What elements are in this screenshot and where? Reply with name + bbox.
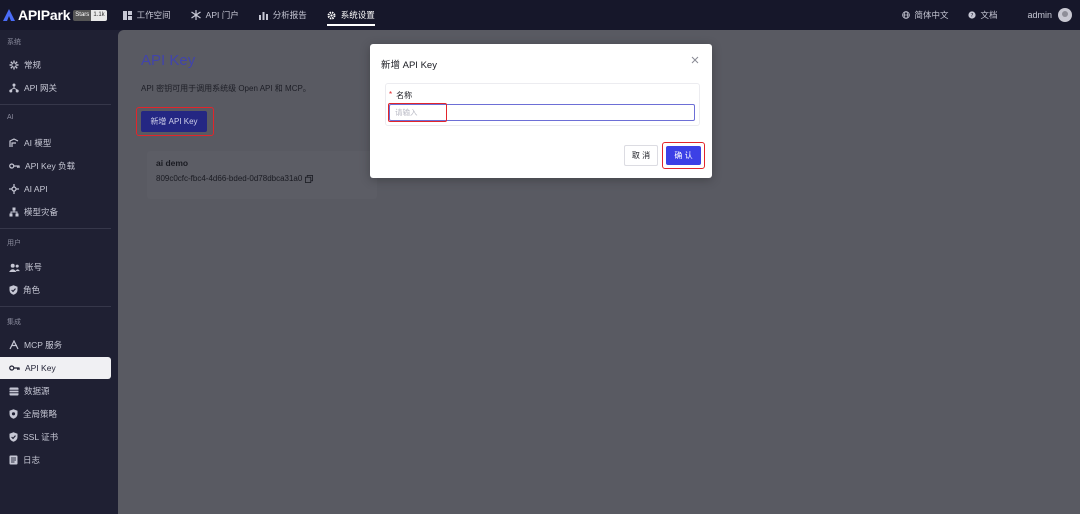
page-description: API 密钥可用于调用系统级 Open API 和 MCP。 bbox=[141, 84, 311, 93]
top-right-tools: 简体中文 ? 文档 admin bbox=[882, 0, 1072, 30]
settings-icon bbox=[9, 60, 19, 70]
database-icon bbox=[9, 387, 19, 395]
language-label: 简体中文 bbox=[914, 10, 949, 20]
sidebar-item-data-source[interactable]: 数据源 bbox=[0, 380, 111, 402]
sidebar-divider bbox=[0, 306, 111, 307]
modal-title: 新增 API Key bbox=[381, 60, 437, 71]
sidebar-item-accounts[interactable]: 账号 bbox=[0, 256, 111, 278]
cancel-button[interactable]: 取 消 bbox=[624, 145, 658, 166]
sidebar-item-label: SSL 证书 bbox=[23, 432, 59, 442]
gateway-icon bbox=[9, 83, 19, 93]
sidebar-item-api-key[interactable]: API Key bbox=[0, 357, 111, 379]
logo-text: APIPark bbox=[18, 7, 71, 23]
users-icon bbox=[9, 263, 20, 272]
sidebar-item-label: MCP 服务 bbox=[24, 340, 63, 350]
nav-workspace[interactable]: 工作空间 bbox=[122, 0, 171, 30]
log-icon bbox=[9, 455, 18, 465]
name-label-text: 名称 bbox=[396, 91, 413, 100]
sidebar-item-label: API 网关 bbox=[24, 83, 58, 93]
username[interactable]: admin bbox=[1027, 10, 1052, 20]
sidebar-item-label: AI 模型 bbox=[24, 138, 52, 148]
sidebar-item-model-failover[interactable]: 模型灾备 bbox=[0, 201, 111, 223]
gear-icon bbox=[327, 11, 336, 19]
highlight-box bbox=[136, 107, 214, 136]
sidebar-item-general[interactable]: 常规 bbox=[0, 54, 111, 76]
highlight-box bbox=[662, 142, 705, 169]
api-key-value: 809c0cfc-fbc4-4d66-bded-0d78dbca31a0 bbox=[156, 174, 314, 183]
shield-icon bbox=[9, 285, 18, 295]
required-mark: * bbox=[389, 90, 393, 99]
failover-icon bbox=[9, 207, 19, 217]
sidebar-item-label: API Key 负载 bbox=[25, 161, 76, 171]
network-icon bbox=[190, 10, 201, 20]
nav-system-settings-label: 系统设置 bbox=[340, 10, 375, 20]
page-title: API Key bbox=[141, 52, 196, 69]
sidebar-item-label: 全局策略 bbox=[23, 409, 58, 419]
svg-text:?: ? bbox=[971, 13, 974, 19]
sidebar-item-label: AI API bbox=[24, 184, 48, 194]
sidebar-section-users: 用户 bbox=[7, 240, 21, 247]
sidebar-section-ai: AI bbox=[7, 114, 14, 121]
avatar[interactable] bbox=[1058, 8, 1072, 22]
nav-api-portal-label: API 门户 bbox=[205, 10, 239, 20]
sidebar-item-global-policy[interactable]: 全局策略 bbox=[0, 403, 111, 425]
sidebar-item-label: 数据源 bbox=[24, 386, 50, 396]
sidebar-item-label: 账号 bbox=[25, 262, 43, 272]
add-api-key-modal: 新增 API Key * 名称 取 消 确 认 bbox=[370, 44, 712, 178]
github-badge-label: Stars bbox=[73, 9, 92, 21]
sidebar-item-mcp-service[interactable]: MCP 服务 bbox=[0, 334, 111, 356]
nav-api-portal[interactable]: API 门户 bbox=[190, 0, 239, 30]
key-icon bbox=[9, 365, 20, 371]
sidebar-item-api-key-load[interactable]: API Key 负载 bbox=[0, 155, 111, 177]
top-bar: APIPark Stars 1.1k 工作空间 API 门户 分析报告 系统设置… bbox=[0, 0, 1080, 30]
close-icon[interactable] bbox=[690, 55, 700, 65]
sidebar-item-ai-model[interactable]: AI 模型 bbox=[0, 132, 111, 154]
sidebar-item-api-gateway[interactable]: API 网关 bbox=[0, 77, 111, 99]
ai-model-icon bbox=[9, 138, 19, 147]
sidebar-item-label: 角色 bbox=[23, 285, 41, 295]
sidebar-item-ssl-cert[interactable]: SSL 证书 bbox=[0, 426, 111, 448]
sidebar-item-roles[interactable]: 角色 bbox=[0, 279, 111, 301]
help-icon: ? bbox=[968, 11, 977, 19]
docs-link[interactable]: ? 文档 bbox=[968, 9, 997, 21]
logo-icon bbox=[3, 9, 15, 21]
mcp-icon bbox=[9, 340, 19, 350]
name-input[interactable] bbox=[389, 104, 695, 121]
nav-analytics-label: 分析报告 bbox=[272, 10, 307, 20]
api-icon bbox=[9, 184, 19, 194]
sidebar-item-label: 模型灾备 bbox=[24, 207, 59, 217]
sidebar-section-system: 系统 bbox=[7, 39, 21, 46]
nav-system-settings[interactable]: 系统设置 bbox=[326, 0, 375, 30]
language-switch[interactable]: 简体中文 bbox=[902, 9, 948, 21]
nav-workspace-label: 工作空间 bbox=[136, 10, 171, 20]
copy-icon[interactable] bbox=[305, 174, 314, 183]
github-stars-badge[interactable]: Stars 1.1k bbox=[73, 9, 107, 21]
sidebar-section-integration: 集成 bbox=[7, 319, 21, 326]
sidebar: 系统 常规 API 网关 AI AI 模型 API Key 负载 AI API … bbox=[0, 30, 118, 514]
github-badge-count: 1.1k bbox=[91, 9, 107, 21]
sidebar-divider bbox=[0, 104, 111, 105]
sidebar-item-logs[interactable]: 日志 bbox=[0, 449, 111, 471]
globe-icon bbox=[902, 11, 911, 19]
sidebar-item-ai-api[interactable]: AI API bbox=[0, 178, 111, 200]
name-field-label: * 名称 bbox=[389, 90, 412, 101]
sidebar-item-label: 常规 bbox=[24, 60, 42, 70]
top-nav: 工作空间 API 门户 分析报告 系统设置 bbox=[122, 0, 395, 30]
docs-label: 文档 bbox=[980, 10, 998, 20]
nav-analytics[interactable]: 分析报告 bbox=[258, 0, 307, 30]
chart-icon bbox=[258, 11, 268, 20]
api-key-name: ai demo bbox=[156, 158, 189, 168]
logo[interactable]: APIPark Stars 1.1k bbox=[2, 7, 107, 23]
ssl-icon bbox=[9, 432, 18, 442]
sidebar-divider bbox=[0, 228, 111, 229]
api-key-card[interactable]: ai demo 809c0cfc-fbc4-4d66-bded-0d78dbca… bbox=[147, 151, 377, 199]
grid-icon bbox=[122, 10, 132, 20]
policy-icon bbox=[9, 409, 18, 419]
sidebar-item-label: 日志 bbox=[23, 455, 41, 465]
key-icon bbox=[9, 163, 20, 169]
api-key-text: 809c0cfc-fbc4-4d66-bded-0d78dbca31a0 bbox=[156, 174, 303, 183]
sidebar-item-label: API Key bbox=[25, 363, 56, 373]
form-container: * 名称 bbox=[385, 83, 700, 126]
